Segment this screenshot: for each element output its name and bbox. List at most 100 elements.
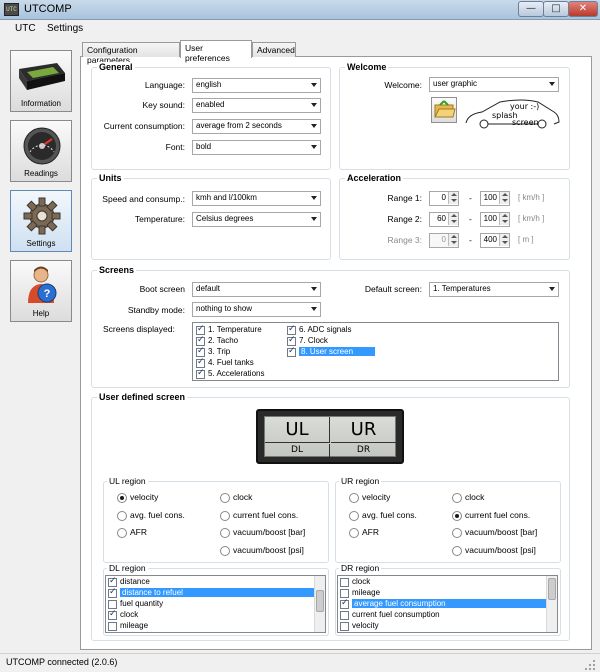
ul-radio-vacuum-psi[interactable]: vacuum/boost [psi]	[220, 545, 304, 556]
lcd-preview: UL UR DL DR	[256, 409, 404, 464]
spin-down-icon[interactable]	[499, 219, 509, 225]
range-1-from-spinner[interactable]: 0	[429, 191, 459, 206]
list-item[interactable]: average fuel consumption	[339, 598, 547, 610]
minimize-button[interactable]: —	[518, 1, 544, 17]
ur-radio-vacuum-psi[interactable]: vacuum/boost [psi]	[452, 545, 536, 556]
checkbox[interactable]	[196, 324, 205, 335]
checkbox[interactable]	[340, 622, 349, 631]
list-item[interactable]: distance to refuel	[107, 587, 315, 599]
svg-text:?: ?	[44, 288, 51, 300]
ur-radio-avg-fuel[interactable]: avg. fuel cons.	[349, 510, 417, 521]
dr-scrollbar[interactable]	[546, 576, 557, 632]
ul-radio-velocity[interactable]: velocity	[117, 492, 158, 503]
key-sound-value: enabled	[196, 100, 225, 109]
boot-screen-select[interactable]: default	[192, 282, 321, 297]
consumption-select[interactable]: average from 2 seconds	[192, 119, 321, 134]
sidebar-information-button[interactable]: Information	[10, 50, 72, 112]
spin-down-icon[interactable]	[499, 198, 509, 204]
default-screen-label: Default screen:	[364, 284, 422, 294]
menu-utc[interactable]: UTC	[15, 23, 36, 34]
language-select[interactable]: english	[192, 78, 321, 93]
resize-grip-icon[interactable]	[585, 660, 596, 671]
ul-radio-current-fuel[interactable]: current fuel cons.	[220, 510, 298, 521]
lcd-dl: DL	[265, 444, 330, 457]
checkbox[interactable]	[108, 609, 117, 620]
tab-user-preferences[interactable]: User preferences	[180, 40, 252, 63]
list-item[interactable]: 6. ADC signals	[286, 324, 351, 336]
maximize-button[interactable]: □	[543, 1, 569, 17]
sidebar-settings-button[interactable]: Settings	[10, 190, 72, 252]
chevron-down-icon	[311, 83, 317, 87]
checkbox[interactable]	[340, 589, 349, 598]
welcome-select[interactable]: user graphic	[429, 77, 559, 92]
list-item[interactable]: 1. Temperature	[195, 324, 262, 336]
spin-down-icon[interactable]	[448, 240, 458, 246]
checkbox[interactable]	[287, 324, 296, 335]
list-item[interactable]: clock	[339, 577, 370, 588]
checkbox[interactable]	[196, 335, 205, 346]
range-3-from-spinner[interactable]: 0	[429, 233, 459, 248]
chevron-down-icon	[311, 124, 317, 128]
screens-displayed-list[interactable]: 1. Temperature 2. Tacho 3. Trip 4. Fuel …	[192, 322, 559, 381]
ul-radio-clock[interactable]: clock	[220, 492, 252, 503]
ul-radio-avg-fuel[interactable]: avg. fuel cons.	[117, 510, 185, 521]
ur-region-title: UR region	[339, 476, 382, 486]
scroll-thumb[interactable]	[316, 590, 324, 612]
sidebar-readings-button[interactable]: Readings	[10, 120, 72, 182]
ul-radio-vacuum-bar[interactable]: vacuum/boost [bar]	[220, 527, 305, 538]
chevron-down-icon	[549, 287, 555, 291]
speed-select[interactable]: kmh and l/100km	[192, 191, 321, 206]
folder-open-icon	[434, 100, 456, 118]
scroll-thumb[interactable]	[548, 578, 556, 600]
checkbox[interactable]	[196, 346, 205, 357]
checkbox[interactable]	[287, 346, 296, 357]
range-2-from-spinner[interactable]: 60	[429, 212, 459, 227]
spin-down-icon[interactable]	[499, 240, 509, 246]
sidebar-help-button[interactable]: ? Help	[10, 260, 72, 322]
range-2-to-spinner[interactable]: 100	[480, 212, 510, 227]
welcome-value: user graphic	[433, 79, 478, 88]
standby-select[interactable]: nothing to show	[192, 302, 321, 317]
list-item[interactable]: clock	[107, 609, 138, 621]
spin-down-icon[interactable]	[448, 198, 458, 204]
dl-region-list[interactable]: distance distance to refuel fuel quantit…	[105, 575, 326, 633]
checkbox[interactable]	[196, 368, 205, 379]
ur-radio-vacuum-bar[interactable]: vacuum/boost [bar]	[452, 527, 537, 538]
ur-radio-velocity[interactable]: velocity	[349, 492, 390, 503]
checkbox[interactable]	[287, 335, 296, 346]
list-item[interactable]: current fuel consumption	[339, 610, 440, 621]
menu-settings[interactable]: Settings	[47, 23, 83, 34]
default-screen-select[interactable]: 1. Temperatures	[429, 282, 559, 297]
ur-radio-clock[interactable]: clock	[452, 492, 484, 503]
checkbox[interactable]	[108, 600, 117, 609]
dl-scrollbar[interactable]	[314, 576, 325, 632]
range-dash: -	[469, 235, 472, 245]
ur-radio-afr[interactable]: AFR	[349, 527, 379, 538]
ul-radio-afr[interactable]: AFR	[117, 527, 147, 538]
checkbox[interactable]	[196, 357, 205, 368]
ur-radio-current-fuel[interactable]: current fuel cons.	[452, 510, 530, 521]
close-button[interactable]: ✕	[568, 1, 598, 17]
key-sound-select[interactable]: enabled	[192, 98, 321, 113]
checkbox[interactable]	[108, 587, 117, 598]
menu-bar: UTC Settings	[0, 20, 600, 40]
list-item[interactable]: mileage	[107, 621, 148, 632]
checkbox[interactable]	[340, 578, 349, 587]
dr-region-list[interactable]: clock mileage average fuel consumption c…	[337, 575, 558, 633]
range-1-to-spinner[interactable]: 100	[480, 191, 510, 206]
list-item[interactable]: 5. Accelerations	[195, 368, 264, 380]
font-select[interactable]: bold	[192, 140, 321, 155]
spin-down-icon[interactable]	[448, 219, 458, 225]
checkbox[interactable]	[340, 598, 349, 609]
checkbox[interactable]	[108, 576, 117, 587]
checkbox[interactable]	[340, 611, 349, 620]
checkbox[interactable]	[108, 622, 117, 631]
list-item[interactable]: 8. User screen	[286, 346, 375, 358]
standby-label: Standby mode:	[127, 305, 185, 315]
open-file-button[interactable]	[431, 97, 457, 123]
tab-advanced[interactable]: Advanced	[252, 42, 296, 57]
tab-configuration-parameters[interactable]: Configuration parameters	[82, 42, 180, 65]
list-item[interactable]: velocity	[339, 621, 379, 632]
temperature-select[interactable]: Celsius degrees	[192, 212, 321, 227]
range-3-to-spinner[interactable]: 400	[480, 233, 510, 248]
